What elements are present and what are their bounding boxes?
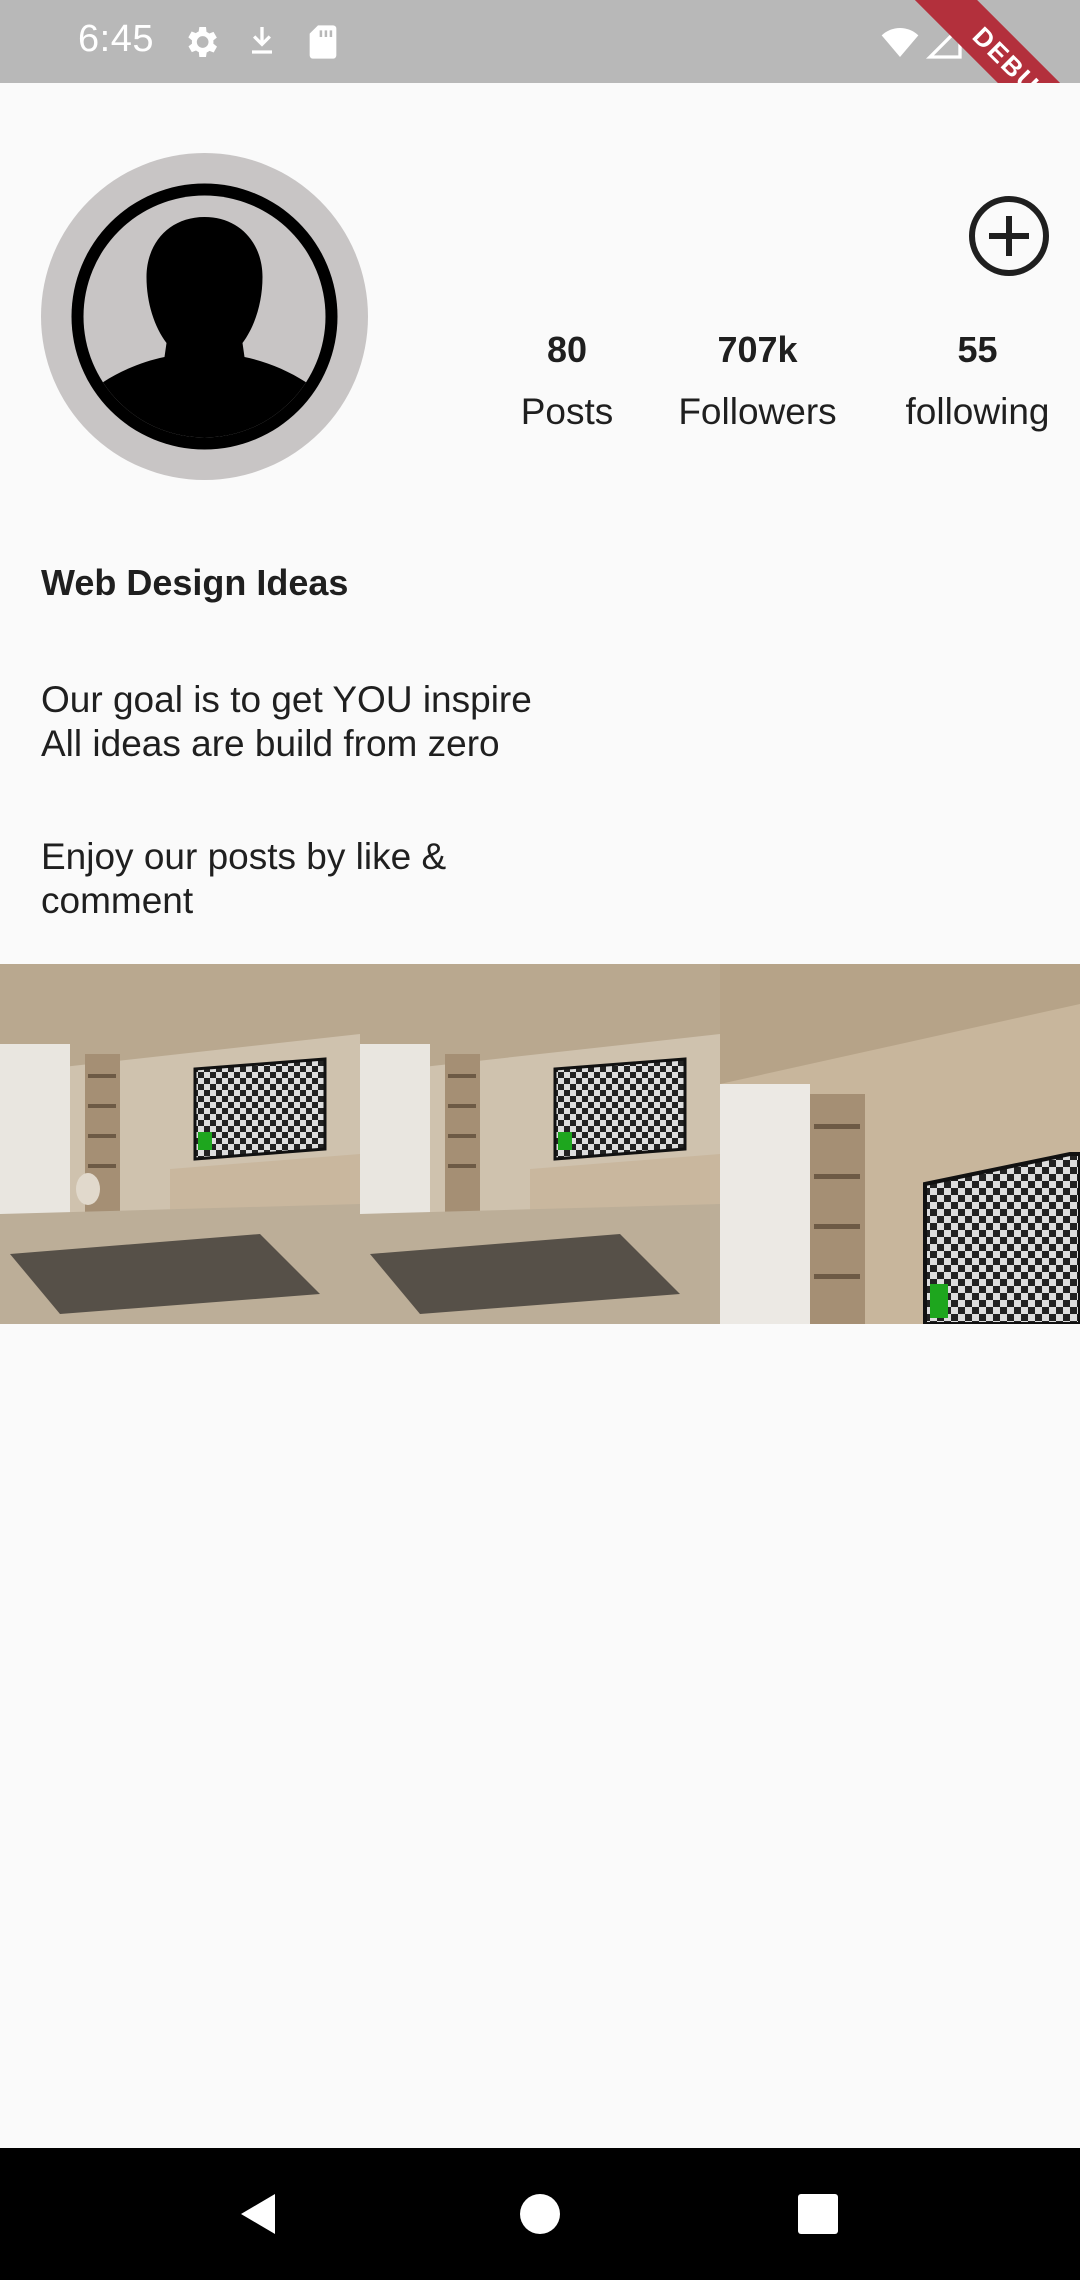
- living-room-tv-image: [0, 964, 360, 1324]
- sd-card-icon: [309, 25, 337, 59]
- status-bar: 6:45 DEBUG: [0, 0, 1080, 83]
- status-time: 6:45: [78, 18, 154, 60]
- bio-line: All ideas are build from zero: [41, 723, 500, 764]
- back-button[interactable]: [223, 2178, 295, 2250]
- recents-icon: [798, 2194, 838, 2234]
- post-tile[interactable]: [360, 964, 720, 1324]
- back-icon: [241, 2194, 275, 2234]
- stat-label: following: [905, 391, 1050, 432]
- gear-icon: [188, 27, 217, 57]
- stat-label: Followers: [678, 391, 837, 432]
- living-room-tv-image: [360, 964, 720, 1324]
- home-icon: [520, 2194, 560, 2234]
- stat-followers[interactable]: 707k Followers: [660, 320, 855, 436]
- download-icon: [252, 27, 272, 54]
- plus-circle-icon: [969, 196, 1049, 276]
- stat-following[interactable]: 55 following: [890, 320, 1065, 436]
- profile-avatar[interactable]: [41, 153, 368, 480]
- recents-button[interactable]: [782, 2178, 854, 2250]
- debug-label: DEBUG: [967, 20, 1062, 83]
- stat-value: 55: [957, 329, 998, 370]
- navigation-bar: [0, 2148, 1080, 2280]
- stat-posts[interactable]: 80 Posts: [497, 320, 637, 436]
- stat-value: 707k: [717, 329, 798, 370]
- wifi-icon: [881, 28, 919, 57]
- person-icon: [41, 153, 368, 480]
- stat-value: 80: [546, 329, 588, 370]
- living-room-tv-closeup-image: [720, 964, 1080, 1324]
- home-button[interactable]: [504, 2178, 576, 2250]
- stat-label: Posts: [520, 391, 614, 432]
- add-button[interactable]: [967, 194, 1051, 278]
- post-grid: [0, 964, 1080, 1324]
- post-tile[interactable]: [0, 964, 360, 1324]
- bio-line: comment: [41, 880, 194, 921]
- post-tile[interactable]: [720, 964, 1080, 1324]
- bio-line: Enjoy our posts by like &: [41, 836, 447, 877]
- profile-name: Web Design Ideas: [41, 562, 349, 603]
- bio-line: Our goal is to get YOU inspire: [41, 679, 532, 720]
